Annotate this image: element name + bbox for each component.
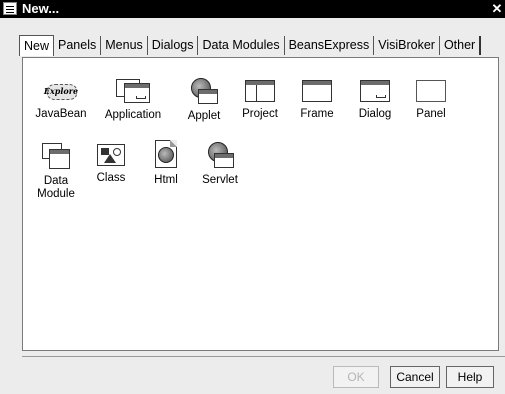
button-separator <box>22 356 505 357</box>
project-icon <box>245 80 275 102</box>
gallery-item-label: Panel <box>416 108 446 120</box>
application-icon <box>116 79 150 103</box>
close-icon[interactable]: ✕ <box>491 1 503 17</box>
data-module-icon <box>42 143 70 169</box>
label-line-2: Module <box>37 188 75 200</box>
gallery-item-label: Frame <box>300 108 334 120</box>
javabean-logo-text: Explore <box>43 86 79 96</box>
window-menu-icon[interactable] <box>3 2 17 15</box>
help-button[interactable]: Help <box>446 366 494 388</box>
gallery-item-javabean[interactable]: Explore JavaBean <box>28 80 94 121</box>
dialog-icon <box>360 80 390 102</box>
new-dialog-window: New... ✕ New Panels Menus Dialogs Data M… <box>0 0 505 394</box>
gallery-item-application[interactable]: Application <box>100 79 166 122</box>
javabean-icon: Explore <box>41 80 81 102</box>
tab-panels[interactable]: Panels <box>54 36 102 55</box>
applet-icon <box>189 78 219 104</box>
tab-other[interactable]: Other <box>440 36 482 55</box>
frame-icon <box>302 80 332 102</box>
class-icon <box>97 144 125 166</box>
tab-data-modules[interactable]: Data Modules <box>198 36 285 55</box>
gallery-item-frame[interactable]: Frame <box>284 80 350 121</box>
ok-button[interactable]: OK <box>333 366 379 388</box>
tab-dialogs[interactable]: Dialogs <box>148 36 199 55</box>
gallery-item-servlet[interactable]: Servlet <box>187 142 253 187</box>
servlet-icon <box>206 142 234 168</box>
label-line-1: Data <box>43 175 69 187</box>
title-bar: New... ✕ <box>0 0 505 18</box>
tab-visibroker[interactable]: VisiBroker <box>374 36 440 55</box>
gallery-item-label: Application <box>104 109 162 121</box>
tab-beansexpress[interactable]: BeansExpress <box>285 36 375 55</box>
gallery-item-label: Servlet <box>202 174 238 186</box>
gallery-panel: Explore JavaBean Application Applet Proj… <box>22 57 499 351</box>
cancel-button[interactable]: Cancel <box>390 366 440 388</box>
tab-menus[interactable]: Menus <box>101 36 148 55</box>
gallery-item-label: JavaBean <box>35 108 87 120</box>
panel-icon <box>416 80 446 102</box>
tab-strip: New Panels Menus Dialogs Data Modules Be… <box>19 35 482 56</box>
window-title: New... <box>22 1 60 16</box>
html-icon <box>155 140 177 168</box>
tab-new[interactable]: New <box>19 35 55 56</box>
gallery-item-panel[interactable]: Panel <box>398 80 464 121</box>
